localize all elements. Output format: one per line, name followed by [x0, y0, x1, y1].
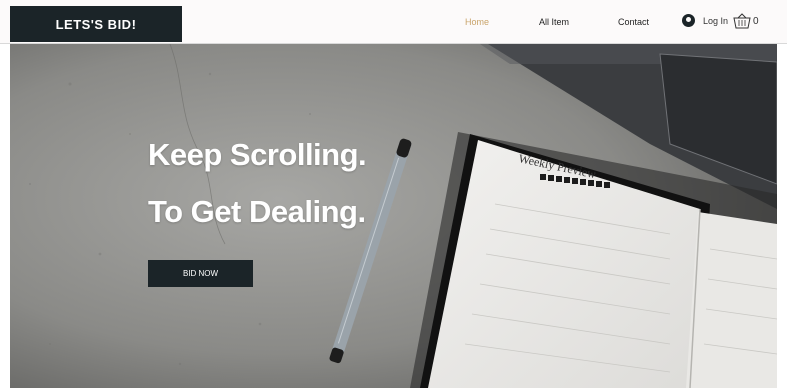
account-icon — [682, 14, 695, 27]
nav-all-item[interactable]: All Item — [539, 0, 569, 44]
hero-background-image: Weekly Preview — [10, 44, 777, 388]
nav-contact[interactable]: Contact — [618, 0, 649, 44]
login-link[interactable]: Log In — [682, 14, 728, 27]
basket-icon — [733, 13, 751, 29]
hero-section: Weekly Preview Keep Scrolling. To Get De… — [10, 44, 777, 388]
hero-headline-line2: To Get Dealing. — [148, 194, 366, 229]
site-header: LETS'S BID! Home All Item Contact Log In… — [0, 0, 787, 44]
cart-button[interactable]: 0 — [733, 13, 759, 29]
site-logo[interactable]: LETS'S BID! — [10, 6, 182, 42]
bid-now-button[interactable]: BID NOW — [148, 260, 253, 287]
nav-home[interactable]: Home — [465, 0, 489, 44]
login-label: Log In — [703, 15, 729, 26]
hero-headline-line1: Keep Scrolling. — [148, 137, 367, 172]
cart-count: 0 — [753, 15, 759, 27]
